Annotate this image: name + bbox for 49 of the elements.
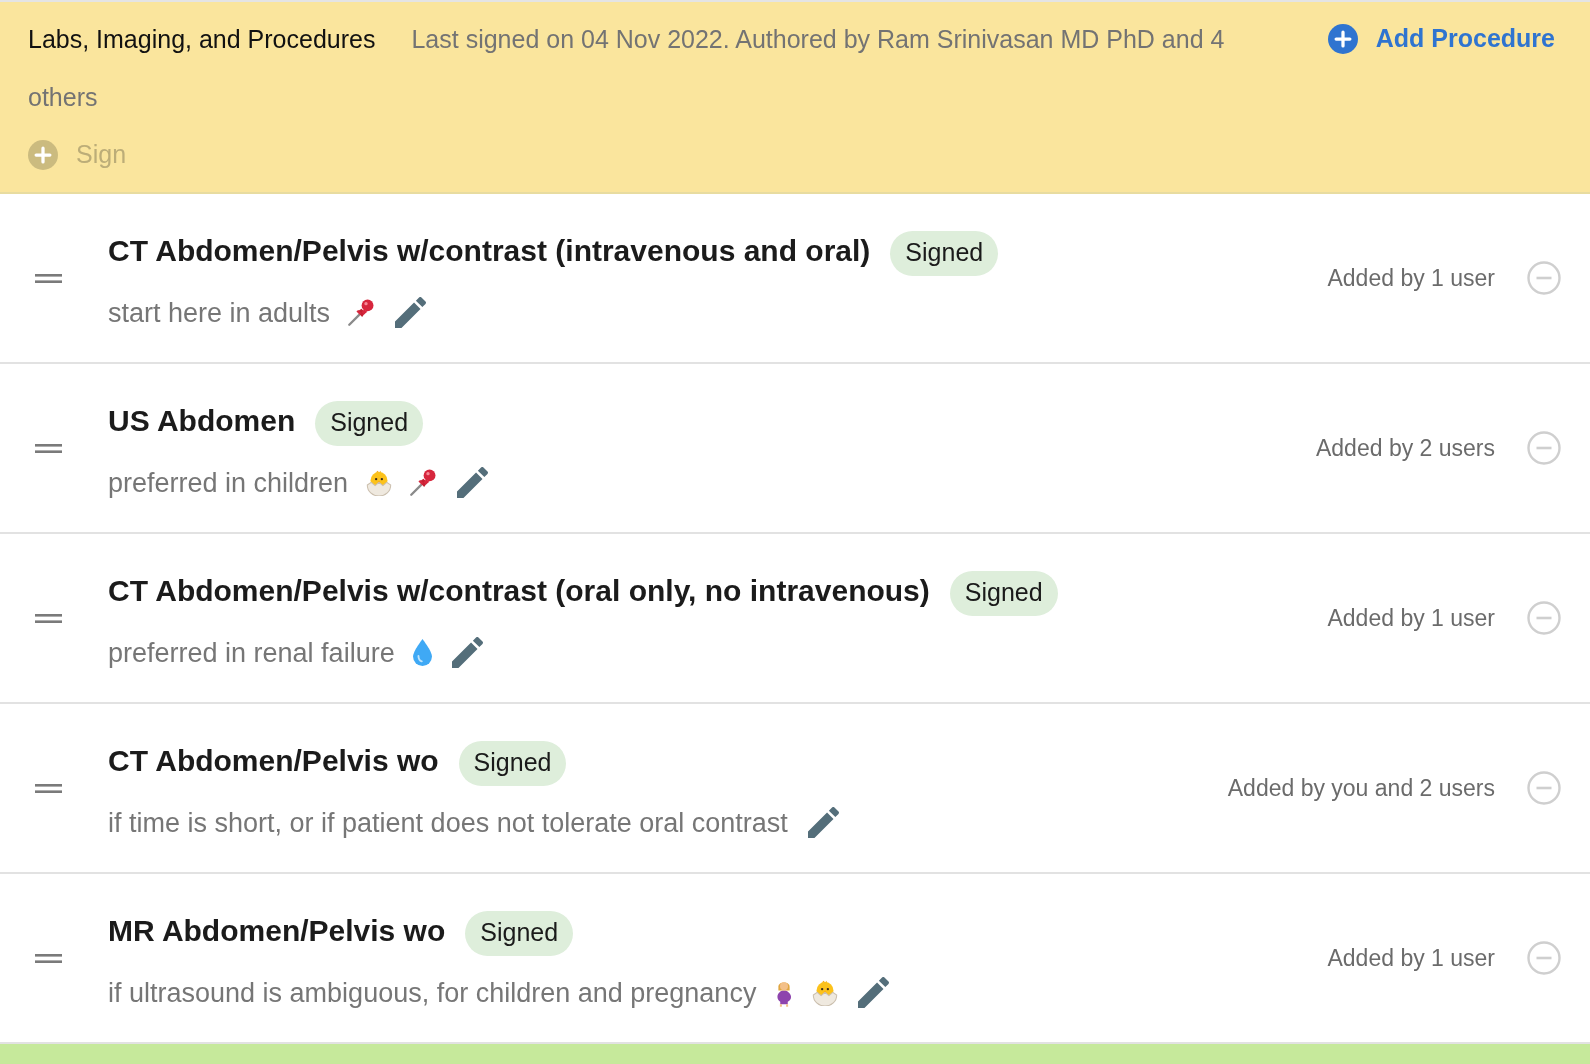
- minus-circle-icon: [1527, 941, 1561, 975]
- status-badge: Signed: [315, 400, 424, 446]
- procedure-note: if time is short, or if patient does not tolerate oral contrast: [108, 806, 788, 840]
- header-text: Labs, Imaging, and Procedures Last signed on 04 Nov 2022. Authored by Ram Srinivasan MD PhD and 4 others: [28, 24, 1226, 113]
- pencil-icon: [457, 467, 489, 498]
- pushpin-icon: [348, 299, 376, 326]
- add-procedure-button[interactable]: Add Procedure: [1327, 10, 1555, 68]
- procedure-note: start here in adults: [108, 296, 331, 330]
- edit-note-button[interactable]: [858, 977, 890, 1008]
- procedure-title: MR Abdomen/Pelvis wo: [108, 913, 446, 949]
- drag-handle-icon[interactable]: [35, 613, 62, 623]
- pencil-icon: [807, 807, 839, 838]
- edit-note-button[interactable]: [451, 637, 483, 668]
- procedure-note: preferred in children: [108, 466, 349, 500]
- minus-circle-icon: [1527, 261, 1561, 295]
- edit-note-button[interactable]: [457, 467, 489, 498]
- minus-circle-icon: [1527, 771, 1561, 805]
- added-by-text: Added by 1 user: [1327, 603, 1495, 633]
- status-badge: Signed: [890, 230, 999, 276]
- minus-circle-icon: [1527, 431, 1561, 465]
- status-badge: Signed: [465, 910, 574, 956]
- added-by-text: Added by you and 2 users: [1227, 773, 1495, 803]
- pencil-icon: [395, 297, 427, 328]
- pencil-icon: [451, 637, 483, 668]
- plus-circle-icon: [28, 140, 58, 170]
- plus-circle-icon: [1327, 24, 1358, 54]
- hatching-chick-icon: [812, 979, 839, 1006]
- drag-handle-icon[interactable]: [35, 953, 62, 963]
- procedure-title: CT Abdomen/Pelvis w/contrast (intravenous and oral): [108, 233, 871, 269]
- procedure-note: if ultrasound is ambiguous, for children and pregnancy: [108, 976, 757, 1010]
- drag-handle-icon[interactable]: [35, 273, 62, 283]
- edit-note-button[interactable]: [807, 807, 839, 838]
- pushpin-icon: [410, 469, 438, 496]
- procedure-title: CT Abdomen/Pelvis w/contrast (oral only, no intravenous): [108, 573, 930, 609]
- procedure-title: US Abdomen: [108, 403, 296, 439]
- drag-handle-icon[interactable]: [35, 783, 62, 793]
- hatching-chick-icon: [366, 469, 393, 496]
- status-badge: Signed: [949, 570, 1058, 616]
- procedure-title: CT Abdomen/Pelvis wo: [108, 743, 439, 779]
- edit-note-button[interactable]: [395, 297, 427, 328]
- added-by-text: Added by 1 user: [1327, 943, 1495, 973]
- status-badge: Signed: [458, 740, 567, 786]
- droplet-icon: [412, 639, 432, 666]
- drag-handle-icon[interactable]: [35, 443, 62, 453]
- minus-circle-icon: [1527, 601, 1561, 635]
- added-by-text: Added by 2 users: [1316, 433, 1495, 463]
- pencil-icon: [858, 977, 890, 1008]
- procedure-note: preferred in renal failure: [108, 636, 395, 670]
- added-by-text: Added by 1 user: [1327, 263, 1495, 293]
